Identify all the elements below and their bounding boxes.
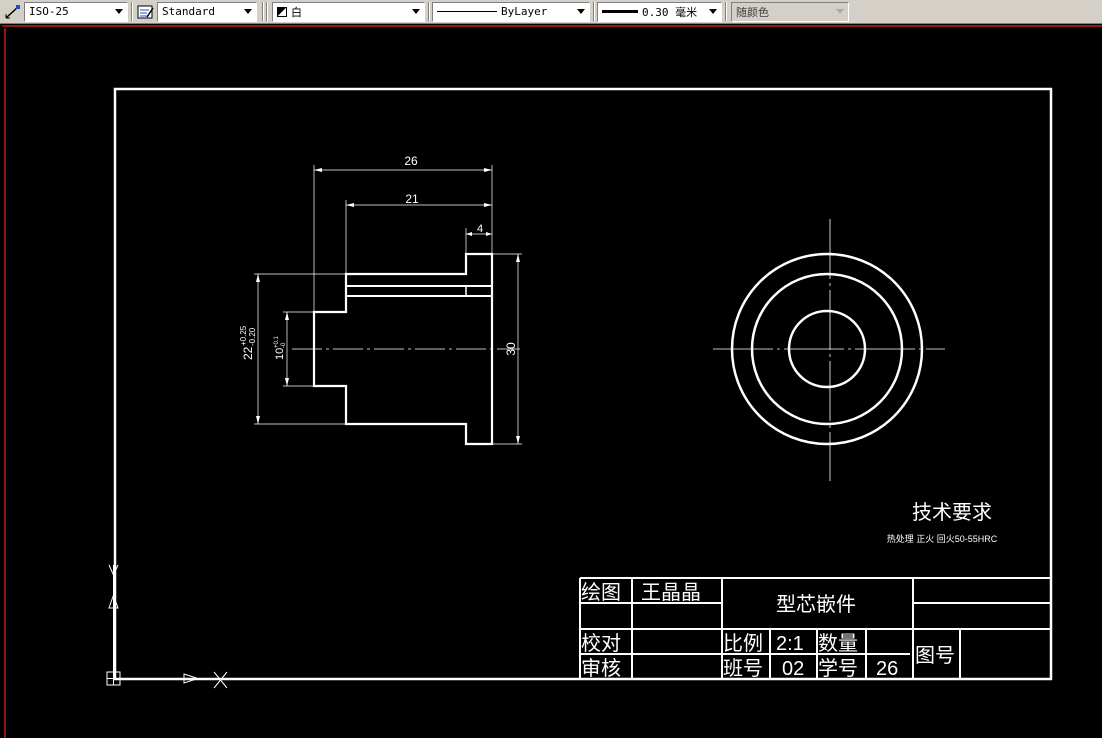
tech-requirements-text: 热处理 正火 回火50-55HRC: [887, 533, 998, 544]
dimension-26: 26: [404, 154, 418, 168]
scale-label: 比例: [723, 632, 763, 655]
dimension-22-tolerance: 22 +0.25 -0.20: [239, 325, 257, 360]
dimension-10-upper: +0.1: [274, 335, 280, 348]
student-label: 学号: [818, 657, 858, 680]
part-name: 型芯嵌件: [776, 593, 856, 616]
drawing-number-label: 图号: [915, 645, 955, 667]
dimension-10: 10: [274, 348, 286, 360]
dimension-21: 21: [405, 192, 419, 206]
quantity-label: 数量: [818, 632, 858, 655]
dimension-10-lower: -0: [281, 342, 287, 348]
drawn-label: 绘图: [581, 581, 621, 604]
cad-drawing[interactable]: 26 21 4 30 22 +0.25 -0.20 10 +0.1 -0 技术要…: [0, 0, 1102, 738]
dimension-10-tolerance: 10 +0.1 -0: [274, 335, 287, 360]
dimension-arrows: [256, 168, 520, 444]
dimension-30: 30: [504, 342, 518, 356]
approve-label: 审核: [581, 657, 621, 680]
student-value: 26: [876, 658, 898, 680]
title-block-text: 绘图 王晶晶 型芯嵌件 校对 审核 比例 2:1 数量 班号 02 学号 26 …: [581, 581, 955, 680]
class-value: 02: [782, 658, 804, 680]
dimension-4: 4: [477, 223, 483, 235]
scale-value: 2:1: [776, 633, 804, 655]
tech-requirements-title: 技术要求: [912, 501, 992, 524]
front-view: [254, 165, 522, 446]
dimension-22-lower: -0.20: [248, 327, 257, 346]
side-view: [713, 219, 945, 481]
ucs-icon: [106, 564, 230, 689]
class-label: 班号: [723, 657, 763, 680]
dimension-22-upper: +0.25: [239, 325, 248, 346]
check-label: 校对: [581, 632, 621, 655]
drawn-value: 王晶晶: [641, 582, 701, 604]
dimension-22: 22: [241, 346, 255, 360]
